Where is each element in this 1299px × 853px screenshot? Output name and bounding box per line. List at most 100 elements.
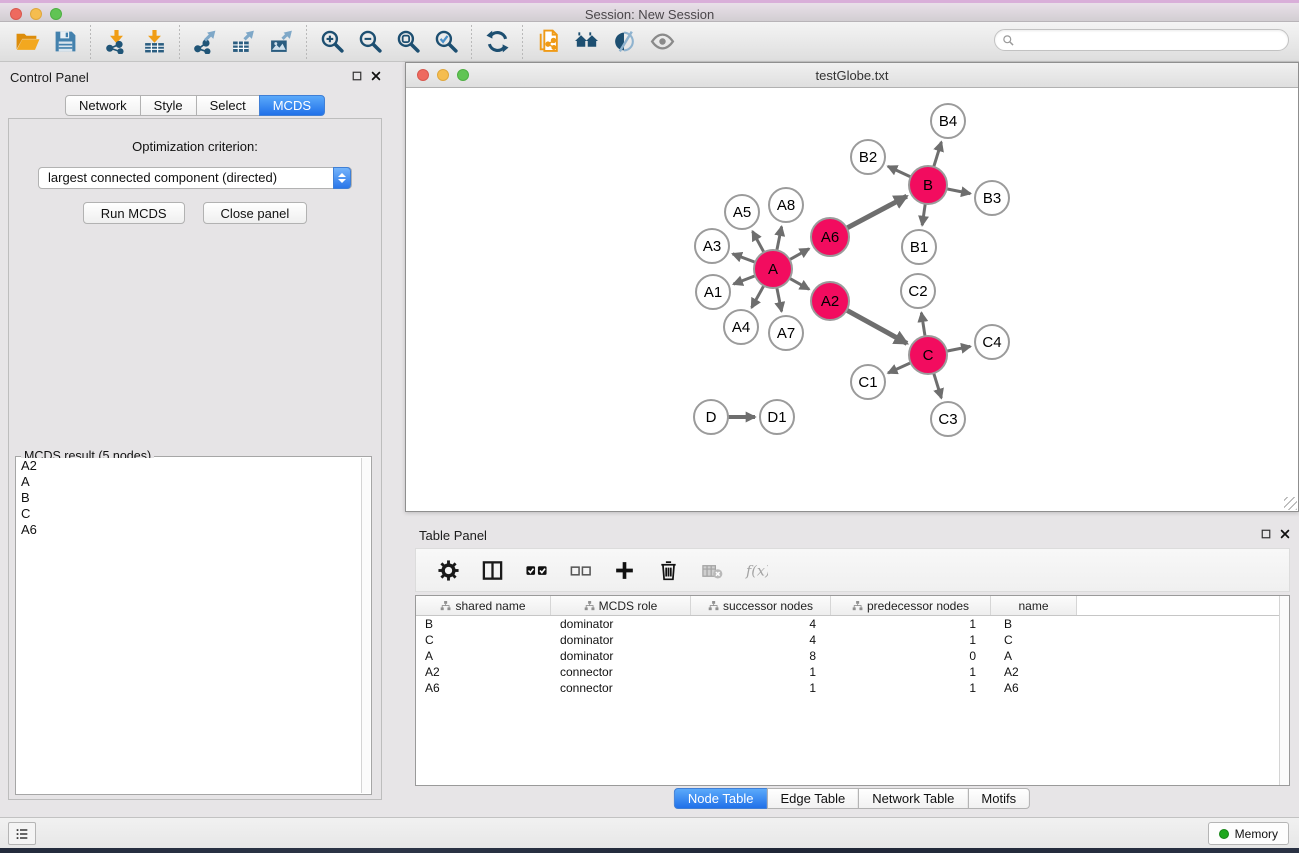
node-A[interactable]: A [754, 250, 792, 288]
home-icon[interactable] [567, 26, 605, 58]
zoom-out-icon[interactable] [351, 26, 389, 58]
node-A4[interactable]: A4 [724, 310, 758, 344]
result-item[interactable]: A2 [17, 458, 361, 474]
close-panel-button[interactable]: Close panel [203, 202, 308, 224]
node-C4[interactable]: C4 [975, 325, 1009, 359]
node-B2[interactable]: B2 [851, 140, 885, 174]
refresh-icon[interactable] [478, 26, 516, 58]
edge-A-A7[interactable] [777, 287, 782, 312]
edge-A2-C[interactable] [846, 310, 907, 344]
result-item[interactable]: A6 [17, 522, 361, 538]
node-B3[interactable]: B3 [975, 181, 1009, 215]
edge-B-B4[interactable] [933, 142, 941, 168]
show-annotations-icon[interactable] [643, 26, 681, 58]
node-B1[interactable]: B1 [902, 230, 936, 264]
hide-graphics-details-icon[interactable] [605, 26, 643, 58]
edge-B-B1[interactable] [922, 203, 925, 225]
edge-A-A5[interactable] [753, 231, 765, 253]
run-mcds-button[interactable]: Run MCDS [83, 202, 185, 224]
node-C[interactable]: C [909, 336, 947, 374]
export-table-icon[interactable] [224, 26, 262, 58]
tab-select[interactable]: Select [196, 95, 260, 116]
table-row[interactable]: A2connector11A2 [416, 664, 1289, 680]
table-row[interactable]: Cdominator41C [416, 632, 1289, 648]
search-field[interactable] [994, 29, 1289, 51]
edge-A6-B[interactable] [846, 196, 907, 228]
network-graph[interactable]: B4 B2 B B3 A8 A5 A6 A3 B1 A A1 C2 A2 A4 A7 C4 C C1 C3 D D1 [406, 88, 1298, 511]
add-column-icon[interactable] [602, 553, 646, 587]
edge-B-B2[interactable] [888, 166, 912, 177]
column-header-successor-nodes[interactable]: successor nodes [691, 596, 831, 615]
column-header-shared-name[interactable]: shared name [416, 596, 551, 615]
node-A6[interactable]: A6 [811, 218, 849, 256]
edge-C-C4[interactable] [946, 346, 971, 351]
edge-C-C2[interactable] [921, 313, 925, 338]
result-item[interactable]: A [17, 474, 361, 490]
search-input[interactable] [1015, 31, 1288, 49]
criterion-dropdown[interactable]: largest connected component (directed) [38, 167, 352, 189]
edge-A-A1[interactable] [734, 275, 757, 284]
result-item[interactable]: C [17, 506, 361, 522]
edge-A-A3[interactable] [733, 254, 757, 263]
result-scrollbar[interactable] [361, 458, 370, 793]
zoom-fit-content-icon[interactable] [389, 26, 427, 58]
network-from-document-icon[interactable] [529, 26, 567, 58]
node-B[interactable]: B [909, 166, 947, 204]
memory-button[interactable]: Memory [1208, 822, 1289, 845]
tab-style[interactable]: Style [140, 95, 197, 116]
node-A1[interactable]: A1 [696, 275, 730, 309]
edge-C-C1[interactable] [888, 362, 912, 373]
open-file-icon[interactable] [8, 26, 46, 58]
node-A2[interactable]: A2 [811, 282, 849, 320]
gear-icon[interactable] [426, 553, 470, 587]
save-session-icon[interactable] [46, 26, 84, 58]
close-panel-icon[interactable] [370, 70, 382, 82]
table-scrollbar[interactable] [1279, 596, 1289, 785]
node-A3[interactable]: A3 [695, 229, 729, 263]
result-item[interactable]: B [17, 490, 361, 506]
column-header-predecessor-nodes[interactable]: predecessor nodes [831, 596, 991, 615]
tab-network-table[interactable]: Network Table [858, 788, 968, 809]
edge-A-A8[interactable] [777, 227, 782, 252]
float-panel-icon[interactable] [351, 70, 363, 82]
close-table-panel-icon[interactable] [1279, 528, 1291, 540]
export-network-icon[interactable] [186, 26, 224, 58]
import-table-icon[interactable] [135, 26, 173, 58]
node-C1[interactable]: C1 [851, 365, 885, 399]
select-all-icon[interactable] [514, 553, 558, 587]
deselect-all-icon[interactable] [558, 553, 602, 587]
edge-A-A2[interactable] [789, 278, 809, 290]
table-row[interactable]: Bdominator41B [416, 616, 1289, 632]
column-header-name[interactable]: name [991, 596, 1077, 615]
node-B4[interactable]: B4 [931, 104, 965, 138]
node-D[interactable]: D [694, 400, 728, 434]
edge-A-A4[interactable] [752, 285, 765, 308]
node-C2[interactable]: C2 [901, 274, 935, 308]
export-image-icon[interactable] [262, 26, 300, 58]
zoom-in-icon[interactable] [313, 26, 351, 58]
network-canvas[interactable]: B4 B2 B B3 A8 A5 A6 A3 B1 A A1 C2 A2 A4 A7 C4 C C1 C3 D D1 [406, 88, 1298, 511]
tab-node-table[interactable]: Node Table [674, 788, 768, 809]
node-C3[interactable]: C3 [931, 402, 965, 436]
import-network-icon[interactable] [97, 26, 135, 58]
edge-B-B3[interactable] [946, 189, 971, 194]
tab-edge-table[interactable]: Edge Table [766, 788, 859, 809]
network-window-titlebar[interactable]: testGlobe.txt [406, 63, 1298, 88]
show-column-icon[interactable] [470, 553, 514, 587]
node-A7[interactable]: A7 [769, 316, 803, 350]
float-table-panel-icon[interactable] [1260, 528, 1272, 540]
node-D1[interactable]: D1 [760, 400, 794, 434]
delete-column-icon[interactable] [646, 553, 690, 587]
window-resize-grip[interactable] [1284, 497, 1297, 510]
table-row[interactable]: Adominator80A [416, 648, 1289, 664]
edge-C-C3[interactable] [933, 372, 941, 398]
edge-A-A6[interactable] [789, 249, 809, 261]
tab-motifs[interactable]: Motifs [967, 788, 1030, 809]
node-A8[interactable]: A8 [769, 188, 803, 222]
table-row[interactable]: A6connector11A6 [416, 680, 1289, 696]
column-header-mcds-role[interactable]: MCDS role [551, 596, 691, 615]
zoom-selected-icon[interactable] [427, 26, 465, 58]
tab-mcds[interactable]: MCDS [259, 95, 325, 116]
tab-network[interactable]: Network [65, 95, 141, 116]
node-A5[interactable]: A5 [725, 195, 759, 229]
